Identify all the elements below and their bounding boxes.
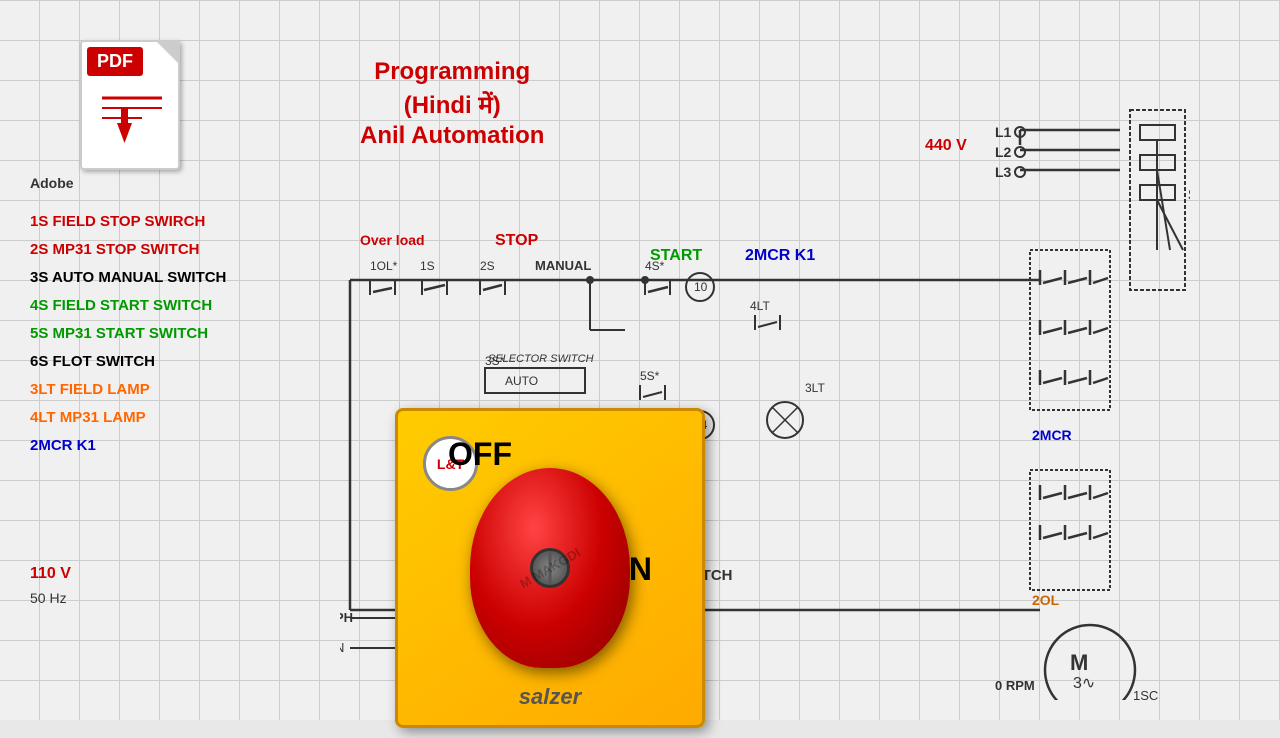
svg-text:2S: 2S xyxy=(480,259,495,273)
svg-text:3LT: 3LT xyxy=(805,381,825,395)
salzer-switch: L&T OFF ON M MAKGDI xyxy=(395,408,715,738)
svg-text:2MCR: 2MCR xyxy=(1032,427,1072,443)
svg-text:1S: 1S xyxy=(420,259,435,273)
power-110v: 110 V xyxy=(30,565,71,583)
svg-text:PH: PH xyxy=(340,610,353,625)
comp-3lt: 3LT FIELD LAMP xyxy=(30,378,226,402)
comp-3s: 3S AUTO MANUAL SWITCH xyxy=(30,266,226,290)
svg-text:MANUAL: MANUAL xyxy=(535,258,591,273)
svg-text:10: 10 xyxy=(694,280,708,294)
comp-5s: 5S MP31 START SWITCH xyxy=(30,322,226,346)
circuit-area: L1 L2 L3 440 V SFU 1OL* xyxy=(340,50,1190,700)
svg-text:M: M xyxy=(1070,650,1088,675)
svg-text:5S*: 5S* xyxy=(640,369,660,383)
adobe-label: Adobe xyxy=(30,175,150,191)
component-list: 1S FIELD STOP SWIRCH 2S MP31 STOP SWITCH… xyxy=(30,210,226,458)
pdf-icon-area: PDF Adobe xyxy=(80,40,200,180)
svg-text:1SC: 1SC xyxy=(1133,688,1158,700)
main-content: PDF Adobe Programming (Hindi में) Anil A… xyxy=(0,0,1280,720)
salzer-body: L&T OFF ON M MAKGDI xyxy=(395,408,705,728)
svg-text:STOP: STOP xyxy=(495,232,539,249)
svg-text:440 V: 440 V xyxy=(925,137,967,154)
svg-text:4LT: 4LT xyxy=(750,299,770,313)
voltage-110: 110 V xyxy=(30,565,71,582)
comp-1s: 1S FIELD STOP SWIRCH xyxy=(30,210,226,234)
svg-text:L1: L1 xyxy=(995,124,1012,140)
comp-6s: 6S FLOT SWITCH xyxy=(30,350,226,374)
salzer-brand: salzer xyxy=(519,684,581,710)
power-50hz: 50 Hz xyxy=(30,590,67,608)
pdf-paper: PDF xyxy=(80,40,180,170)
comp-4lt: 4LT MP31 LAMP xyxy=(30,406,226,430)
svg-text:3∿: 3∿ xyxy=(1073,675,1095,692)
svg-text:2MCR K1: 2MCR K1 xyxy=(745,247,815,264)
svg-text:2OL: 2OL xyxy=(1032,592,1060,608)
frequency-label: 50 Hz xyxy=(30,590,67,606)
comp-2mcr: 2MCR K1 xyxy=(30,434,226,458)
svg-text:Over load: Over load xyxy=(360,232,425,248)
svg-text:SFU: SFU xyxy=(1188,187,1190,204)
svg-text:1OL*: 1OL* xyxy=(370,259,398,273)
svg-text:N: N xyxy=(340,640,344,655)
svg-text:L2: L2 xyxy=(995,144,1012,160)
svg-text:AUTO: AUTO xyxy=(505,374,538,388)
pdf-icon-svg xyxy=(87,78,177,158)
comp-4s: 4S FIELD START SWITCH xyxy=(30,294,226,318)
svg-text:L3: L3 xyxy=(995,164,1012,180)
svg-text:START: START xyxy=(650,247,702,264)
pdf-badge: PDF xyxy=(87,47,143,76)
svg-text:0 RPM: 0 RPM xyxy=(995,678,1035,693)
svg-text:SELECTOR SWITCH: SELECTOR SWITCH xyxy=(488,353,594,365)
comp-2s: 2S MP31 STOP SWITCH xyxy=(30,238,226,262)
